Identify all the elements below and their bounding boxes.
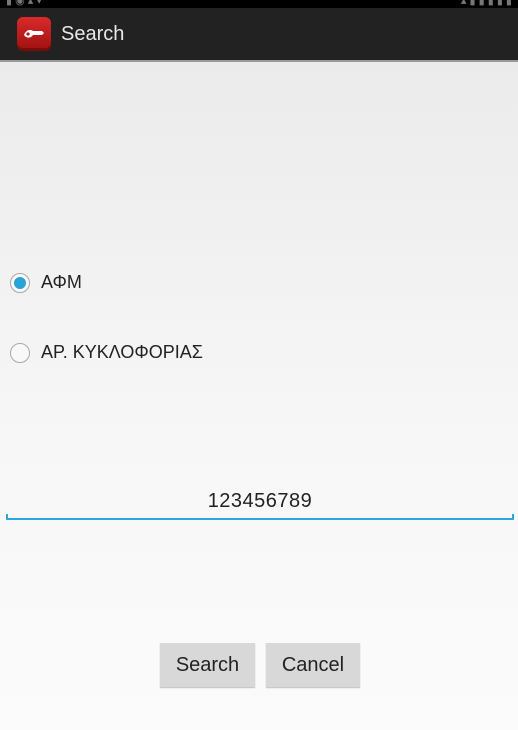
query-input-cap-right <box>512 514 514 520</box>
query-input-underline <box>6 518 514 520</box>
query-input-value[interactable]: 123456789 <box>6 490 514 513</box>
radio-afm-label[interactable]: ΑΦΜ <box>41 272 82 293</box>
radio-unchecked-icon[interactable] <box>10 342 30 363</box>
search-button[interactable]: Search <box>160 643 255 687</box>
query-input[interactable]: 123456789 <box>6 486 514 520</box>
radio-checked-icon[interactable] <box>10 272 30 293</box>
radio-registration-number-label[interactable]: ΑΡ. ΚΥΚΛΟΦΟΡΙΑΣ <box>41 342 203 363</box>
car-key-icon[interactable] <box>17 17 51 51</box>
status-bar: ▮ ◉ ▴ ▾ ▴ ▮ ▮ ▮ ▮ ▮ <box>0 0 518 8</box>
radio-afm[interactable]: ΑΦΜ <box>10 272 82 293</box>
page-title: Search <box>61 22 125 45</box>
action-bar: Search <box>0 8 518 62</box>
status-bar-icons: ▮ ◉ ▴ ▾ ▴ ▮ ▮ ▮ ▮ ▮ <box>6 0 512 7</box>
radio-registration-number[interactable]: ΑΡ. ΚΥΚΛΟΦΟΡΙΑΣ <box>10 342 203 363</box>
query-input-cap-left <box>6 514 8 520</box>
cancel-button[interactable]: Cancel <box>266 643 360 687</box>
